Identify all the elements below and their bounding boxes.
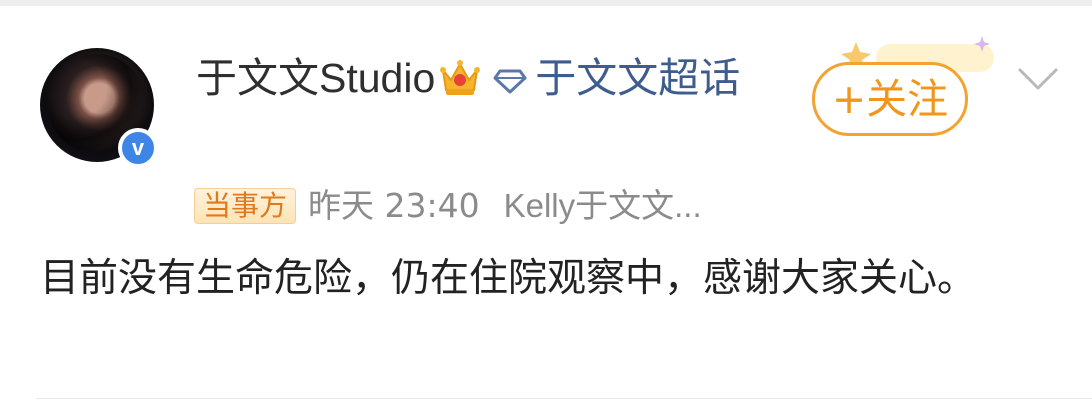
post-text: 目前没有生命危险，仍在住院观察中，感谢大家关心。 bbox=[40, 256, 977, 301]
bottom-divider bbox=[36, 398, 1092, 399]
post-header: 于文文Studio 于文文超话 bbox=[196, 52, 796, 110]
party-badge: 当事方 bbox=[194, 188, 297, 224]
author-name[interactable]: 于文文Studio bbox=[196, 55, 435, 101]
crown-icon bbox=[439, 58, 481, 110]
post-source[interactable]: Kelly于文文... bbox=[504, 187, 702, 224]
chevron-down-icon[interactable] bbox=[1016, 66, 1060, 94]
post-meta: 当事方 昨天 23:40 Kelly于文文... bbox=[194, 186, 702, 226]
diamond-icon bbox=[493, 54, 527, 106]
post-time: 昨天 23:40 bbox=[308, 186, 480, 225]
follow-button[interactable]: +关注 bbox=[812, 62, 968, 136]
top-divider bbox=[0, 0, 1092, 6]
supertopic-link[interactable]: 于文文超话 bbox=[535, 54, 740, 102]
verified-icon: v bbox=[118, 128, 158, 168]
